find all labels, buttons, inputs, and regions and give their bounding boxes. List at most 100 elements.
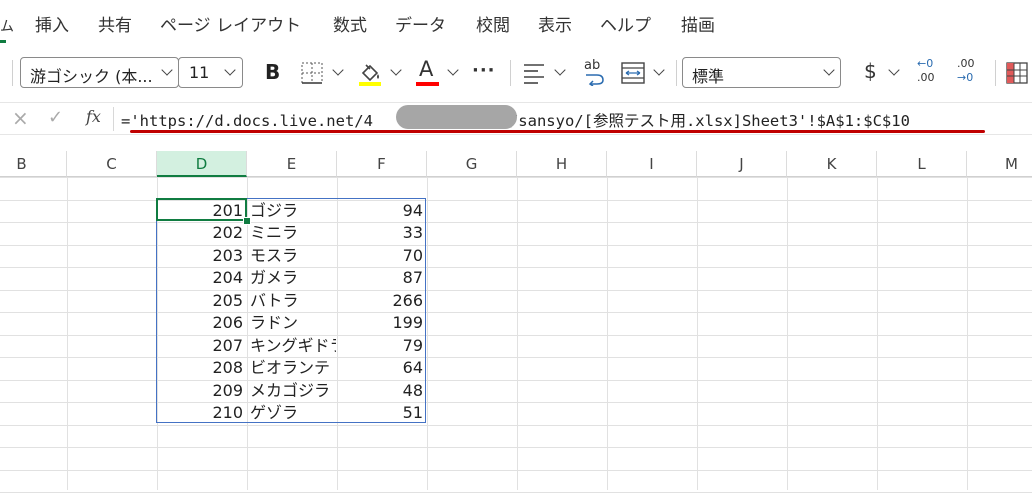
fill-handle[interactable] [243, 217, 251, 225]
wrap-text-button[interactable]: ab [583, 57, 609, 88]
chevron-down-icon [888, 64, 900, 76]
grid-row-line [0, 357, 1032, 358]
chevron-down-icon [224, 64, 236, 76]
font-size-dropdown[interactable]: 11 [178, 57, 243, 88]
grid-row-line [0, 177, 1032, 178]
dollar-icon: $ [864, 59, 877, 83]
increase-decimal-button[interactable]: ←0 .00 [915, 57, 945, 88]
chevron-down-icon [390, 64, 402, 76]
active-tab-indicator [0, 40, 6, 43]
font-color-swatch [416, 82, 439, 86]
grid-row-line [0, 312, 1032, 313]
grid-row-line [0, 470, 1032, 471]
increase-decimal-arrow: ←0 [917, 57, 934, 70]
menu-formulas[interactable]: 数式 [333, 11, 367, 36]
number-format-value: 標準 [692, 67, 725, 86]
grid-row-line [0, 267, 1032, 268]
chevron-down-icon [161, 64, 173, 76]
ribbon-toolbar: 游ゴシック (本... 11 B A ··· ab 標準 $ ←0 .00 .0… [0, 46, 1032, 102]
grid-row-line [0, 245, 1032, 246]
column-header-h[interactable]: H [517, 151, 607, 177]
grid-row-line [0, 402, 1032, 403]
chevron-down-icon [447, 64, 459, 76]
column-header-b[interactable]: B [0, 151, 67, 177]
number-format-dropdown[interactable]: 標準 [682, 57, 841, 88]
chevron-down-icon [823, 64, 835, 76]
align-left-icon [524, 64, 544, 84]
menu-review[interactable]: 校閲 [476, 11, 510, 36]
borders-button[interactable] [300, 57, 348, 88]
annotation-underline [130, 130, 985, 133]
increase-decimal-digits: .00 [917, 71, 935, 84]
formula-divider [113, 107, 114, 131]
column-header-f[interactable]: F [337, 151, 427, 177]
active-cell-outline [156, 198, 247, 221]
enter-icon[interactable]: ✓ [48, 107, 63, 128]
merge-cells-icon [621, 62, 645, 84]
borders-icon [301, 62, 323, 84]
menu-help[interactable]: ヘルプ [600, 11, 651, 36]
align-button[interactable] [522, 57, 568, 88]
menu-insert[interactable]: 挿入 [35, 11, 69, 36]
ribbon-divider [510, 60, 511, 86]
conditional-format-button[interactable] [1006, 57, 1032, 88]
column-header-j[interactable]: J [697, 151, 787, 177]
grid-column-line [67, 177, 68, 490]
wrap-text-icon [586, 74, 604, 86]
font-name-value: 游ゴシック (本... [30, 67, 153, 86]
table-format-icon [1006, 62, 1028, 84]
grid-row-line [0, 290, 1032, 291]
grid-column-line [607, 177, 608, 490]
column-header-l[interactable]: L [877, 151, 967, 177]
merge-cells-button[interactable] [620, 57, 666, 88]
grid-row-line [0, 335, 1032, 336]
grid-row-line [0, 425, 1032, 426]
referenced-range-outline [156, 198, 426, 423]
bold-icon: B [265, 60, 281, 84]
menu-share[interactable]: 共有 [98, 11, 132, 36]
formula-suffix: 39d/sansyo/[参照テスト用.xlsx]Sheet3'!$A$1:$C$… [480, 112, 910, 130]
wrap-text-label: ab [584, 58, 601, 73]
grid-row-line [0, 380, 1032, 381]
decrease-decimal-arrow: →0 [957, 71, 974, 84]
fx-icon[interactable]: fx [86, 107, 101, 126]
decrease-decimal-button[interactable]: .00 →0 [955, 57, 985, 88]
menu-bar: ム 挿入 共有 ページ レイアウト 数式 データ 校閲 表示 ヘルプ 描画 [0, 0, 1032, 46]
font-color-letter: A [419, 57, 434, 81]
grid-column-line [427, 177, 428, 490]
grid-column-line [517, 177, 518, 490]
cancel-icon[interactable]: × [12, 106, 29, 130]
formula-prefix: ='https://d.docs.live.net/4 [121, 112, 373, 130]
chevron-down-icon [554, 64, 566, 76]
ribbon-divider [995, 60, 996, 86]
fill-color-button[interactable] [357, 57, 405, 88]
column-header-d[interactable]: D [157, 151, 247, 177]
column-header-i[interactable]: I [607, 151, 697, 177]
column-header-g[interactable]: G [427, 151, 517, 177]
menu-view[interactable]: 表示 [538, 11, 572, 36]
grid-column-line [697, 177, 698, 490]
grid-row-line [0, 447, 1032, 448]
font-name-dropdown[interactable]: 游ゴシック (本... [20, 57, 179, 88]
currency-button[interactable]: $ [862, 57, 904, 88]
menu-page-layout[interactable]: ページ レイアウト [160, 11, 301, 36]
redaction-mask [396, 105, 517, 129]
bold-button[interactable]: B [262, 57, 284, 88]
chevron-down-icon [653, 64, 665, 76]
column-header-m[interactable]: M [967, 151, 1032, 177]
menu-draw[interactable]: 描画 [681, 11, 715, 36]
grid-column-line [787, 177, 788, 490]
menu-home-fragment[interactable]: ム [0, 16, 14, 36]
column-header-c[interactable]: C [67, 151, 157, 177]
ribbon-divider [676, 60, 677, 86]
decrease-decimal-digits: .00 [957, 57, 975, 70]
grid-row-line [0, 200, 1032, 201]
column-header-k[interactable]: K [787, 151, 877, 177]
column-header-e[interactable]: E [247, 151, 337, 177]
grid-row-line [0, 222, 1032, 223]
more-icon: ··· [472, 60, 496, 81]
font-color-button[interactable]: A [414, 57, 462, 88]
more-options-button[interactable]: ··· [472, 57, 498, 88]
paint-bucket-icon [359, 64, 381, 86]
menu-data[interactable]: データ [395, 11, 446, 36]
